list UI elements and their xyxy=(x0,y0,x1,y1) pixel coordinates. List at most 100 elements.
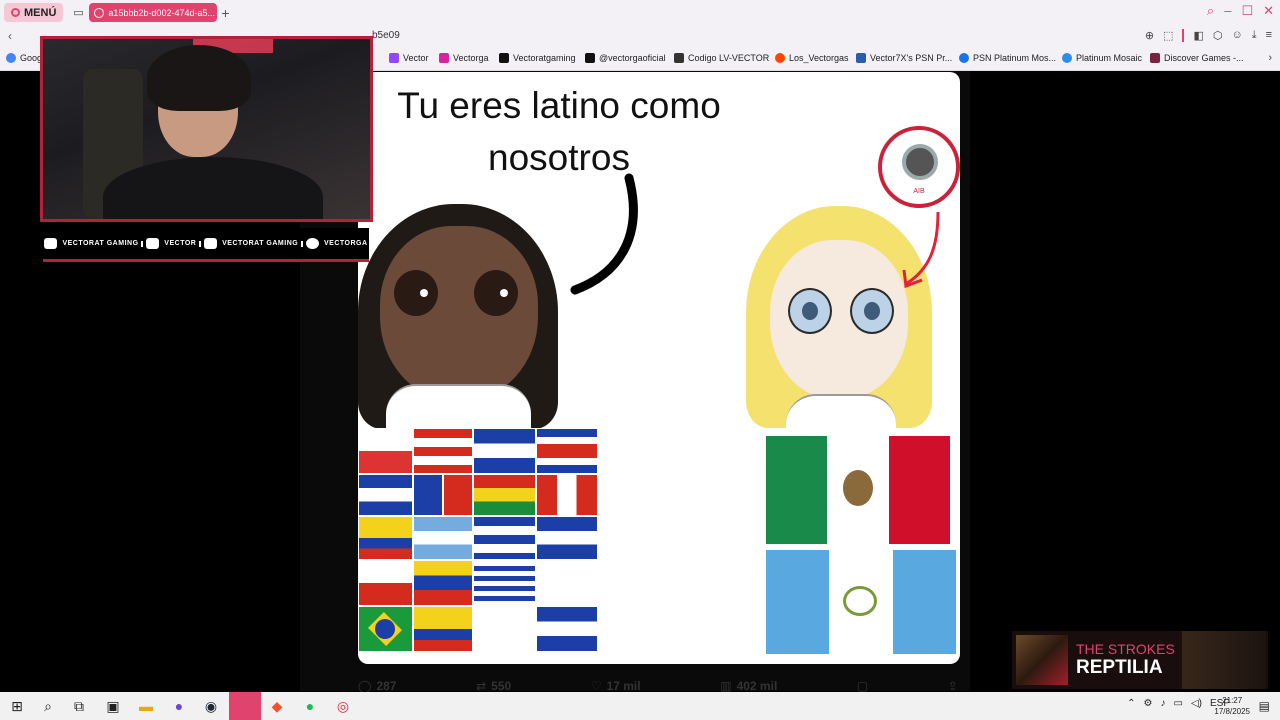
youtube-icon xyxy=(44,238,58,249)
speech-tail xyxy=(570,173,638,295)
instagram-icon xyxy=(305,238,319,249)
nicaragua-flag xyxy=(536,516,598,560)
brave-icon[interactable]: ◆ xyxy=(268,697,286,715)
bookmark-item[interactable]: Codigo LV-VECTOR xyxy=(674,53,769,63)
views-button[interactable]: ▥ 402 mil xyxy=(720,679,777,693)
snapshot-icon[interactable]: ⬚ xyxy=(1163,29,1173,42)
back-button[interactable]: ‹ xyxy=(8,29,12,43)
girl-left-face xyxy=(380,226,538,401)
network-icon[interactable]: ▭ xyxy=(1174,698,1183,709)
bookmark-label: Discover Games -... xyxy=(1164,53,1244,63)
zoom-icon[interactable]: ⊕ xyxy=(1145,29,1154,42)
bookmark-label: Los_Vectorgas xyxy=(789,53,849,63)
easy-setup-icon[interactable]: ≡ xyxy=(1266,29,1272,42)
profile-icon[interactable]: ☺ xyxy=(1231,29,1242,42)
opera-gx-taskbar-button[interactable] xyxy=(229,692,261,720)
clock-date: 17/8/2025 xyxy=(1214,707,1250,716)
spotify-icon[interactable]: ● xyxy=(301,697,319,715)
bookmark-label: Vector7X's PSN Pr... xyxy=(870,53,953,63)
tray-expand-icon[interactable]: ⌃ xyxy=(1127,698,1135,709)
retweet-button[interactable]: ⇄ 550 xyxy=(476,679,512,693)
search-icon[interactable]: ⌕ xyxy=(39,697,57,715)
clock-time: 21:27 xyxy=(1222,696,1243,705)
social-youtube: VECTORAT GAMING xyxy=(44,238,138,249)
browser-tab-bar: MENÚ ▭ a15bbb2b-d002-474d-a5... + ⌕ – ☐ … xyxy=(0,0,1280,25)
ecuador-flag xyxy=(358,516,413,560)
tray-app-icon[interactable]: ⚙ xyxy=(1144,698,1153,709)
tab-active[interactable]: a15bbb2b-d002-474d-a5... xyxy=(89,3,218,22)
bookmark-label: Codigo LV-VECTOR xyxy=(688,53,770,63)
bookmark-label: Vectoratgaming xyxy=(513,53,576,63)
bookmarks-more-icon[interactable]: › xyxy=(1268,52,1272,64)
like-button[interactable]: ♡ 17 mil xyxy=(591,679,641,693)
social-label: VECTORGA xyxy=(323,240,368,247)
watermark-label: AIB xyxy=(913,188,925,195)
extensions-puzzle-icon[interactable]: ⬡ xyxy=(1213,29,1223,42)
extension-icon[interactable]: ◧ xyxy=(1193,29,1203,42)
file-explorer-icon[interactable]: ▬ xyxy=(137,697,155,715)
tab-title: a15bbb2b-d002-474d-a5... xyxy=(108,7,215,18)
tiktok-icon xyxy=(585,53,595,63)
bookmark-item[interactable]: Los_Vectorgas xyxy=(775,53,849,63)
bookmark-item[interactable]: Vectoratgaming xyxy=(499,53,576,63)
social-twitch: VECTOR xyxy=(146,238,196,249)
bookmark-item[interactable]: Discover Games -... xyxy=(1150,53,1244,63)
x-icon xyxy=(499,53,509,63)
clock[interactable]: 21:27 17/8/2025 xyxy=(1214,695,1250,717)
games-icon xyxy=(1150,53,1160,63)
notifications-icon[interactable]: ▤ xyxy=(1259,699,1270,713)
opera-logo-icon xyxy=(11,8,20,17)
menu-label: MENÚ xyxy=(24,6,57,19)
album-art xyxy=(1016,635,1068,685)
retweet-count: 550 xyxy=(491,679,512,693)
bookmark-label: Platinum Mosaic xyxy=(1076,53,1143,63)
bookmark-button[interactable]: ▢ xyxy=(856,679,869,693)
task-view-icon[interactable]: ⧉ xyxy=(70,697,88,715)
volume-icon[interactable]: ◁) xyxy=(1191,698,1202,709)
twitter-icon xyxy=(204,238,218,249)
download-icon[interactable]: ⤓ xyxy=(1252,29,1257,42)
mexico-red xyxy=(888,436,950,544)
now-playing-widget: THE STROKES REPTILIA xyxy=(1012,631,1268,689)
bookmark-item[interactable]: Vectorga xyxy=(439,53,489,63)
share-button[interactable]: ⇪ xyxy=(948,679,958,693)
google-icon xyxy=(6,53,16,63)
browser-menu-button[interactable]: MENÚ xyxy=(4,3,64,22)
app-icon[interactable]: ▣ xyxy=(104,697,122,715)
steam-icon[interactable]: ◉ xyxy=(202,697,220,715)
reply-button[interactable]: ◯ 287 xyxy=(358,679,396,693)
new-tab-button[interactable]: + xyxy=(221,5,229,21)
social-divider xyxy=(141,240,144,247)
bookmark-item[interactable]: Platinum Mosaic xyxy=(1062,53,1142,63)
maximize-button[interactable]: ☐ xyxy=(1241,3,1253,19)
social-divider xyxy=(301,240,304,247)
bookmark-item[interactable]: Vector xyxy=(389,53,429,63)
social-label: VECTOR xyxy=(164,240,197,247)
close-button[interactable]: ✕ xyxy=(1263,3,1274,19)
mexico-white xyxy=(827,436,889,544)
bookmark-item[interactable]: @vectorgaoficial xyxy=(585,53,666,63)
tab-overview-icon[interactable]: ▭ xyxy=(69,4,87,22)
minimize-button[interactable]: – xyxy=(1224,3,1231,19)
obs-icon[interactable]: ◎ xyxy=(334,697,352,715)
social-twitter: VECTORAT GAMING xyxy=(204,238,298,249)
discord-icon[interactable]: ● xyxy=(170,697,188,715)
social-label: VECTORAT GAMING xyxy=(62,240,139,247)
now-playing-art-side xyxy=(1182,631,1266,689)
search-tabs-icon[interactable]: ⌕ xyxy=(1207,3,1214,19)
girl-left-eye xyxy=(394,270,438,316)
address-url[interactable]: b5e09 xyxy=(372,30,400,41)
meme-caption-line1: Tu eres latino como xyxy=(397,85,721,126)
bookmark-item[interactable]: Goog xyxy=(6,53,42,63)
puerto-rico-flag xyxy=(413,428,473,474)
guatemala-flag xyxy=(766,550,956,654)
bookmark-item[interactable]: Vector7X's PSN Pr... xyxy=(856,53,952,63)
microphone-icon[interactable]: ♪ xyxy=(1161,698,1166,709)
bookmark-icon: ▢ xyxy=(856,679,869,693)
girl-right-pupil xyxy=(802,302,818,320)
meme-caption-line2: nosotros xyxy=(488,137,630,178)
windows-start-icon[interactable]: ⊞ xyxy=(8,697,26,715)
chile-flag xyxy=(358,560,413,606)
girl-left-eye-shine xyxy=(500,289,508,297)
bookmark-item[interactable]: PSN Platinum Mos... xyxy=(959,53,1056,63)
